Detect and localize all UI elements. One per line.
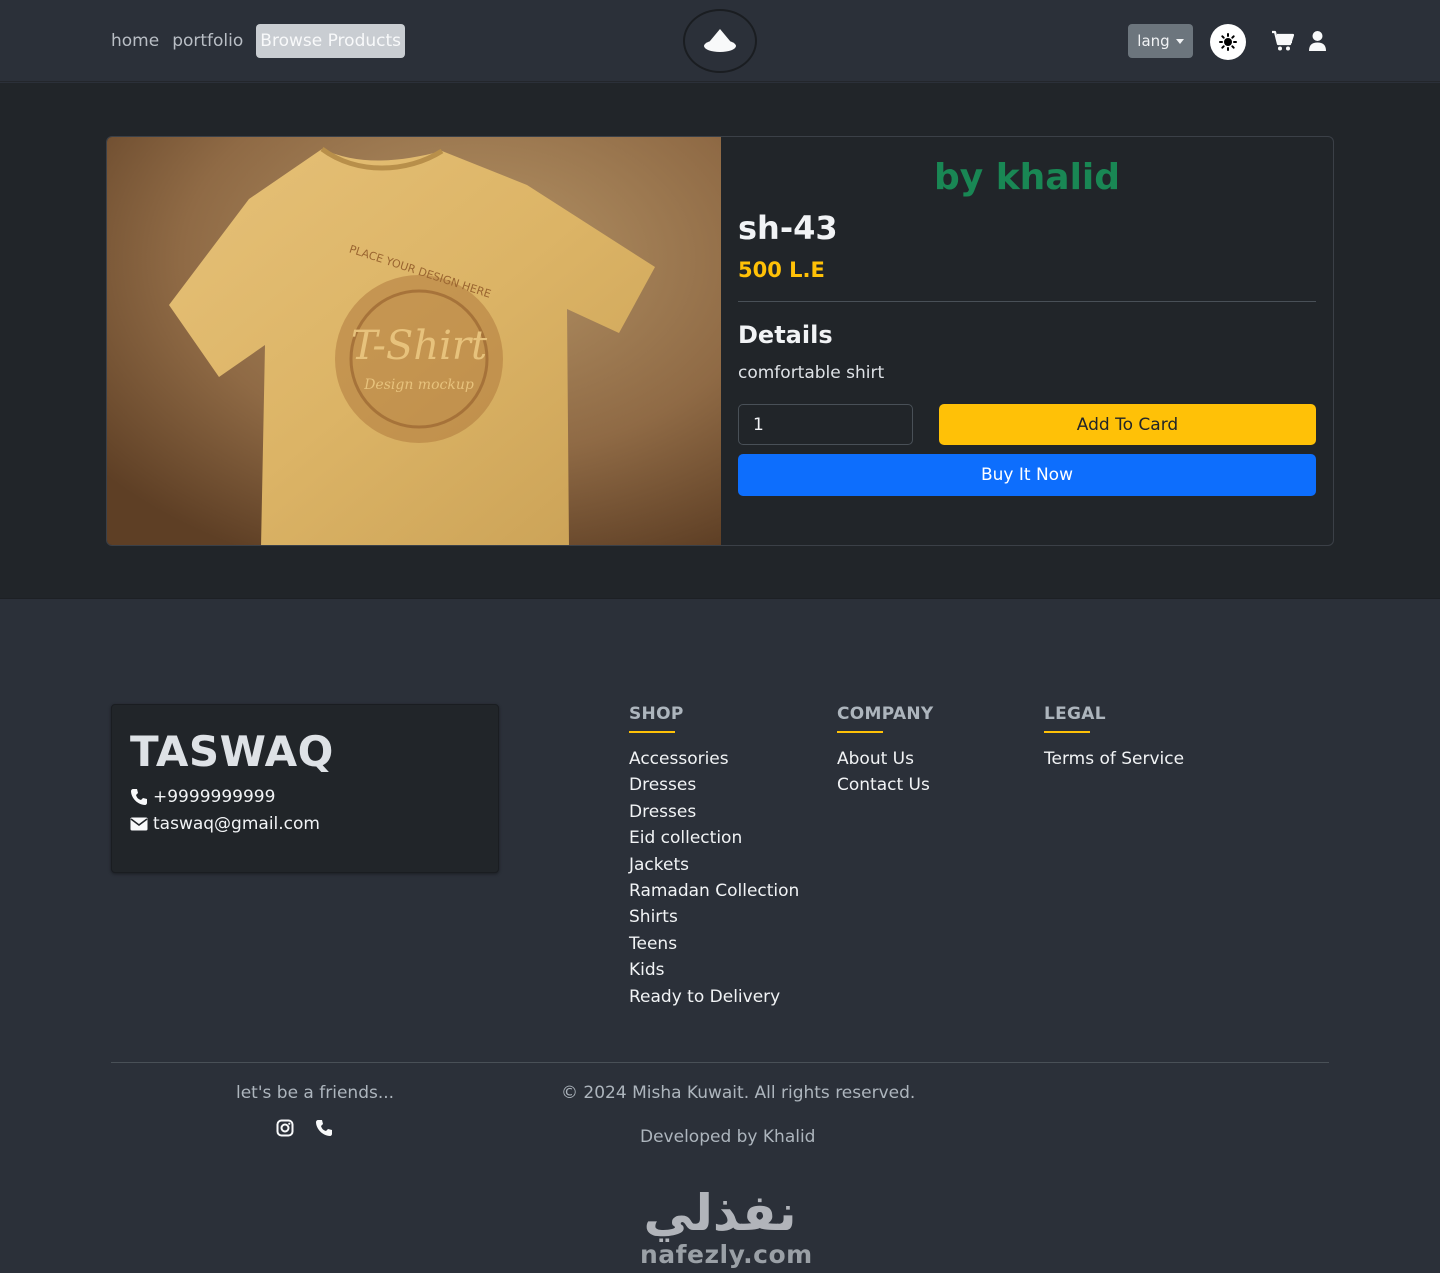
footer-link-jackets[interactable]: Jackets [629,852,799,878]
title-underline [1044,731,1090,733]
footer-shop-title: SHOP [629,704,684,724]
product-name: sh-43 [738,209,838,247]
quantity-input[interactable] [738,404,913,445]
developed-by-text[interactable]: Developed by Khalid [640,1127,815,1147]
user-icon[interactable] [1308,30,1327,52]
cloud-upload-icon [704,29,736,52]
tshirt-print-subtitle: Design mockup [363,377,474,393]
email-address: taswaq@gmail.com [153,814,320,834]
watermark-arabic-text: نفذلي [643,1184,796,1242]
footer-link-about-us[interactable]: About Us [837,746,934,772]
product-card: T-Shirt Design mockup PLACE YOUR DESIGN … [106,136,1334,546]
nav-links: home portfolio Browse Products [111,24,406,58]
footer-link-accessories[interactable]: Accessories [629,746,799,772]
footer-shop-column: SHOP Accessories Dresses Dresses Eid col… [629,704,799,1010]
nav-link-browse-products[interactable]: Browse Products [256,24,406,58]
phone-icon[interactable] [315,1119,333,1137]
title-underline [629,731,675,733]
title-underline [837,731,883,733]
footer-link-shirts[interactable]: Shirts [629,904,799,930]
nav-link-home[interactable]: home [111,24,159,58]
navbar: home portfolio Browse Products lang [0,0,1440,82]
footer-company-title: COMPANY [837,704,934,724]
footer-link-kids[interactable]: Kids [629,957,799,983]
footer-link-contact-us[interactable]: Contact Us [837,772,934,798]
lang-dropdown-button[interactable]: lang [1128,24,1193,58]
nav-link-portfolio[interactable]: portfolio [172,24,243,58]
add-to-cart-button[interactable]: Add To Card [939,404,1316,445]
seller-label[interactable]: by khalid [738,157,1316,198]
cart-icon[interactable] [1271,30,1294,52]
footer-link-teens[interactable]: Teens [629,931,799,957]
sun-icon [1219,33,1237,51]
contact-phone[interactable]: +9999999999 [130,787,275,807]
brand-card: TASWAQ +9999999999 taswaq@gmail.com [111,704,499,873]
lang-label: lang [1137,32,1170,50]
nafezly-url: nafezly.com [640,1240,813,1269]
footer-company-column: COMPANY About Us Contact Us [837,704,934,799]
contact-email[interactable]: taswaq@gmail.com [130,814,320,834]
footer-link-dresses[interactable]: Dresses [629,772,799,798]
instagram-icon[interactable] [276,1119,294,1137]
buy-now-button[interactable]: Buy It Now [738,454,1316,496]
phone-number: +9999999999 [153,787,276,807]
product-price: 500 L.E [738,258,825,282]
divider [738,301,1316,302]
product-image[interactable]: T-Shirt Design mockup PLACE YOUR DESIGN … [107,137,721,546]
copyright-text: © 2024 Misha Kuwait. All rights reserved… [561,1083,916,1103]
footer-link-dresses-2[interactable]: Dresses [629,799,799,825]
details-title: Details [738,321,833,349]
footer-legal-column: LEGAL Terms of Service [1044,704,1184,772]
details-text: comfortable shirt [738,363,885,383]
product-section: T-Shirt Design mockup PLACE YOUR DESIGN … [0,83,1440,599]
home-logo-button[interactable] [683,9,757,73]
phone-icon [131,789,147,805]
footer-link-eid-collection[interactable]: Eid collection [629,825,799,851]
chevron-down-icon [1175,38,1184,44]
footer-link-ramadan-collection[interactable]: Ramadan Collection [629,878,799,904]
footer-link-terms-of-service[interactable]: Terms of Service [1044,746,1184,772]
product-info: by khalid sh-43 500 L.E Details comforta… [738,137,1316,545]
envelope-icon [130,817,148,831]
footer-link-ready-to-delivery[interactable]: Ready to Delivery [629,984,799,1010]
footer-legal-title: LEGAL [1044,704,1106,724]
footer-divider [111,1062,1329,1063]
brand-name: TASWAQ [130,727,334,776]
theme-toggle-button[interactable] [1210,24,1246,60]
friends-text: let's be a friends... [236,1083,395,1103]
tshirt-print-text: T-Shirt [351,323,488,369]
